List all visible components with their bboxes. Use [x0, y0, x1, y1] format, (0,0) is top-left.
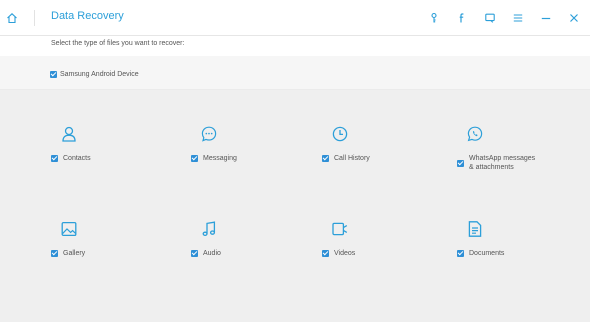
device-row: Samsung Android Device: [0, 56, 590, 90]
instruction-bar: Select the type of files you want to rec…: [0, 36, 590, 56]
minimize-button[interactable]: [536, 8, 556, 28]
messaging-checkbox[interactable]: [191, 155, 198, 162]
videos-checkbox[interactable]: [322, 250, 329, 257]
contacts-icon: [62, 126, 76, 142]
audio-checkbox[interactable]: [191, 250, 198, 257]
audio-icon: [202, 221, 216, 237]
call-history-checkbox[interactable]: [322, 155, 329, 162]
whatsapp-checkbox[interactable]: [457, 160, 464, 167]
title-separator: [34, 10, 35, 26]
facebook-icon: [459, 13, 464, 23]
messaging-label: Messaging: [203, 155, 237, 162]
close-icon: [570, 14, 578, 22]
messaging-icon: [201, 126, 217, 142]
menu-icon: [513, 14, 523, 22]
whatsapp-icon: [467, 126, 483, 142]
file-type-panel: Contacts Messaging Call History WhatsApp…: [0, 90, 590, 322]
app-title: Data Recovery: [51, 10, 124, 22]
window-controls: [416, 0, 584, 36]
audio-label: Audio: [203, 250, 221, 257]
gallery-label: Gallery: [63, 250, 86, 257]
whatsapp-label: WhatsApp messages & attachments: [469, 155, 536, 171]
contacts-checkbox[interactable]: [51, 155, 58, 162]
close-button[interactable]: [564, 8, 584, 28]
contacts-label: Contacts: [63, 155, 91, 162]
videos-label: Videos: [334, 250, 356, 257]
minimize-icon: [541, 17, 551, 20]
call-history-icon: [332, 126, 348, 142]
documents-label: Documents: [469, 250, 505, 257]
call-history-label: Call History: [334, 155, 370, 162]
home-button[interactable]: [0, 0, 24, 36]
instruction-text: Select the type of files you want to rec…: [51, 40, 185, 47]
key-button[interactable]: [424, 8, 444, 28]
facebook-button[interactable]: [452, 8, 472, 28]
device-label: Samsung Android Device: [60, 71, 139, 78]
device-checkbox[interactable]: [50, 71, 57, 78]
documents-checkbox[interactable]: [457, 250, 464, 257]
key-icon: [431, 12, 437, 23]
home-icon: [7, 13, 17, 24]
feedback-button[interactable]: [480, 8, 500, 28]
title-bar: Data Recovery: [0, 0, 590, 36]
gallery-icon: [61, 221, 77, 237]
gallery-checkbox[interactable]: [51, 250, 58, 257]
menu-button[interactable]: [508, 8, 528, 28]
videos-icon: [332, 222, 348, 236]
feedback-icon: [485, 13, 495, 23]
documents-icon: [468, 221, 482, 237]
